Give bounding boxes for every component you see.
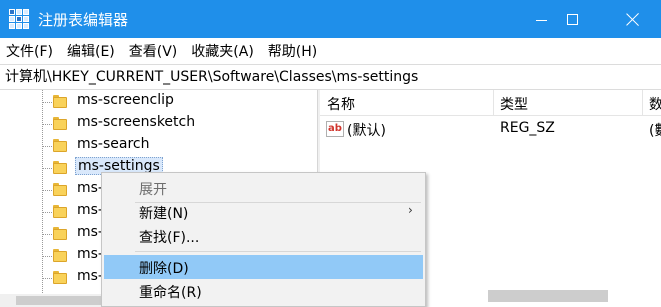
window-title: 注册表编辑器 bbox=[38, 11, 129, 29]
column-header-data[interactable]: 数 bbox=[649, 94, 661, 114]
folder-icon bbox=[53, 183, 67, 196]
context-menu-rename[interactable]: 重命名(R) bbox=[104, 279, 423, 303]
tree-node-label: ms-screenclip bbox=[77, 92, 174, 108]
menu-item-label: 新建(N) bbox=[139, 206, 189, 222]
tree-node[interactable]: ms-screensketch bbox=[0, 113, 317, 135]
menu-help[interactable]: 帮助(H) bbox=[268, 41, 317, 61]
menu-favorites[interactable]: 收藏夹(A) bbox=[191, 41, 254, 61]
menu-file[interactable]: 文件(F) bbox=[6, 41, 53, 61]
column-divider[interactable] bbox=[642, 90, 643, 116]
maximize-button[interactable] bbox=[548, 0, 596, 38]
folder-icon bbox=[53, 139, 67, 152]
menu-separator bbox=[135, 251, 421, 252]
title-bar[interactable]: 注册表编辑器 bbox=[0, 0, 661, 38]
tree-node[interactable]: ms-screenclip bbox=[0, 91, 317, 113]
tree-node-label: ms-search bbox=[77, 136, 150, 152]
menu-item-label: 查找(F)... bbox=[139, 230, 200, 246]
list-header: 名称 类型 数 bbox=[320, 90, 661, 116]
column-divider[interactable] bbox=[493, 90, 494, 116]
minimize-icon bbox=[535, 19, 547, 21]
folder-icon bbox=[53, 271, 67, 284]
close-button[interactable] bbox=[604, 0, 661, 38]
folder-icon bbox=[53, 249, 67, 262]
menu-bar: 文件(F) 编辑(E) 查看(V) 收藏夹(A) 帮助(H) bbox=[0, 38, 661, 64]
menu-item-label: 展开 bbox=[139, 182, 167, 198]
menu-edit[interactable]: 编辑(E) bbox=[67, 41, 115, 61]
context-menu-find[interactable]: 查找(F)... bbox=[104, 224, 423, 248]
context-menu: 展开 新建(N) › 查找(F)... 删除(D) 重命名(R) bbox=[101, 172, 426, 307]
maximize-icon bbox=[566, 13, 578, 25]
context-menu-new[interactable]: 新建(N) › bbox=[104, 200, 423, 224]
list-horizontal-scrollbar[interactable] bbox=[480, 287, 661, 307]
address-bar[interactable]: 计算机\HKEY_CURRENT_USER\Software\Classes\m… bbox=[0, 64, 661, 90]
menu-item-label: 删除(D) bbox=[139, 261, 189, 277]
folder-icon bbox=[53, 117, 67, 130]
value-data: (數 bbox=[649, 123, 661, 139]
value-name: (默认) bbox=[347, 123, 386, 139]
regedit-app-icon bbox=[9, 9, 29, 29]
folder-icon bbox=[53, 227, 67, 240]
context-menu-delete[interactable]: 删除(D) bbox=[104, 255, 423, 279]
chevron-right-icon: › bbox=[408, 203, 413, 217]
column-header-name[interactable]: 名称 bbox=[327, 94, 355, 114]
folder-icon bbox=[53, 205, 67, 218]
close-icon bbox=[626, 12, 640, 26]
string-value-icon: ab bbox=[326, 121, 344, 137]
menu-view[interactable]: 查看(V) bbox=[129, 41, 178, 61]
list-item[interactable]: ab (默认) REG_SZ (數 bbox=[320, 118, 661, 140]
column-header-type[interactable]: 类型 bbox=[500, 94, 528, 114]
menu-item-label: 重命名(R) bbox=[139, 285, 202, 301]
scrollbar-thumb[interactable] bbox=[488, 290, 608, 302]
context-menu-expand[interactable]: 展开 bbox=[104, 176, 423, 200]
tree-node-label: ms-screensketch bbox=[77, 114, 196, 130]
value-type: REG_SZ bbox=[500, 120, 555, 136]
tree-node[interactable]: ms-search bbox=[0, 135, 317, 157]
folder-icon bbox=[53, 95, 67, 108]
folder-icon bbox=[53, 161, 67, 174]
